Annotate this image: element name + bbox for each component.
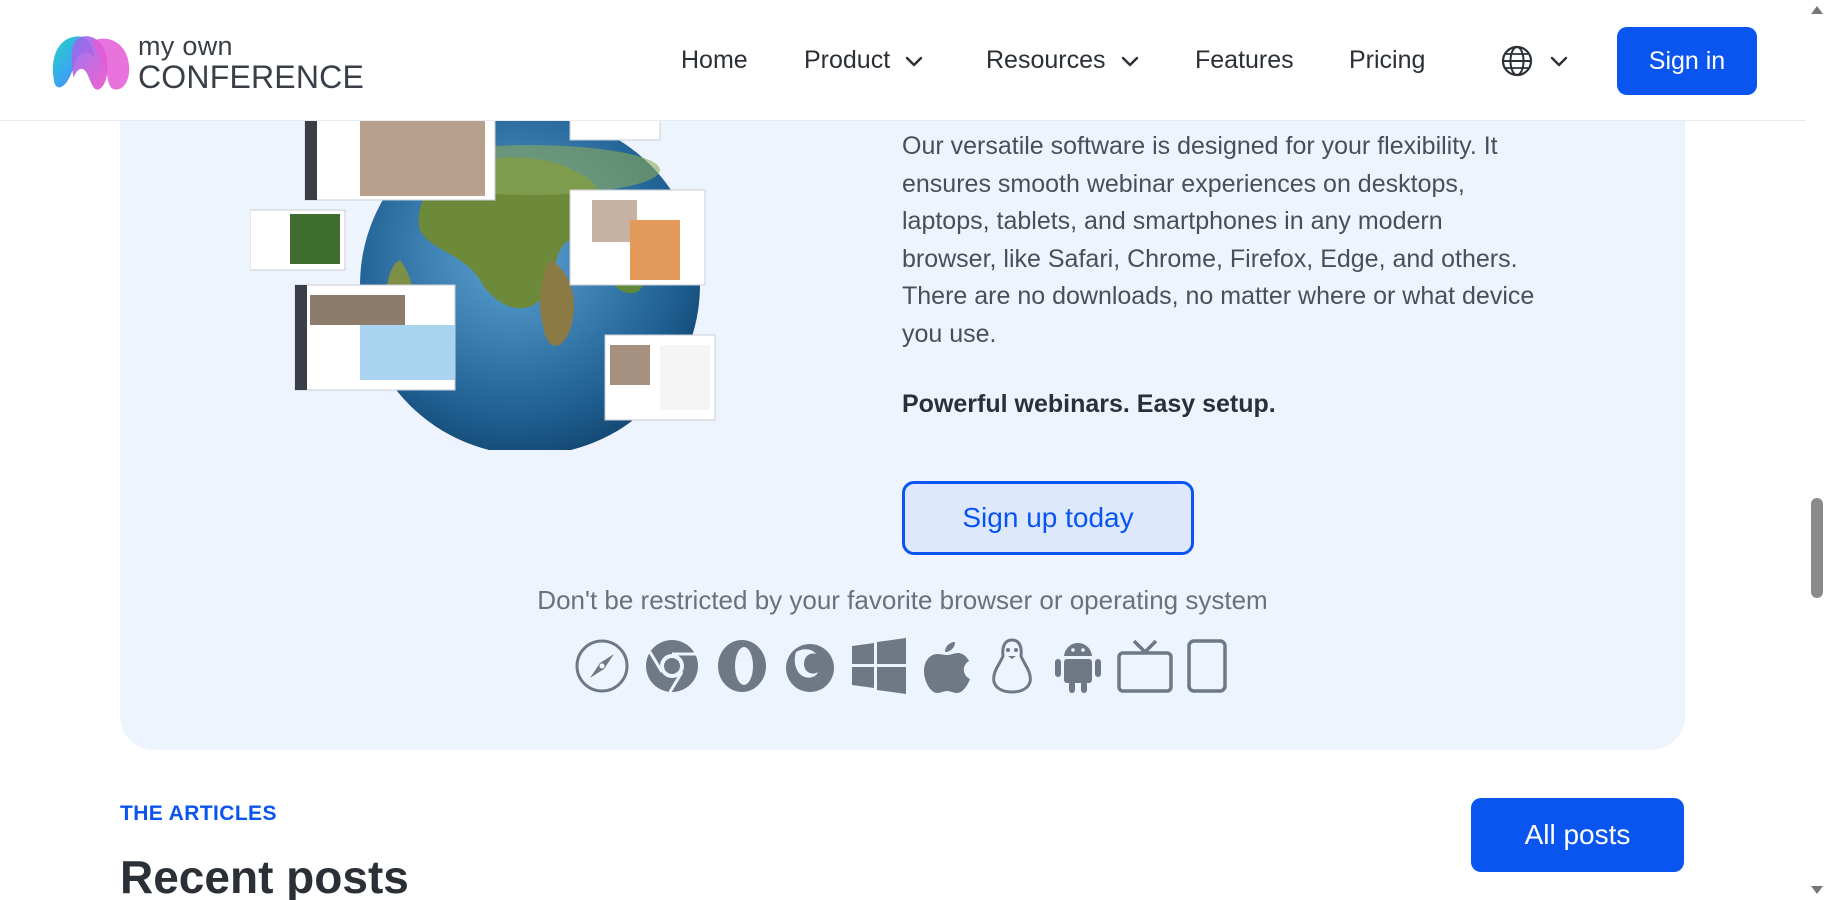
scroll-down-arrow-icon[interactable] xyxy=(1811,886,1823,894)
apple-icon xyxy=(924,642,970,693)
nav-resources-label: Resources xyxy=(986,46,1106,74)
globe-icon[interactable] xyxy=(1500,44,1534,78)
nav-pricing[interactable]: Pricing xyxy=(1349,0,1425,121)
nav-product-label: Product xyxy=(804,46,891,74)
platform-restriction-text: Don't be restricted by your favorite bro… xyxy=(537,585,1268,615)
nav-resources[interactable]: Resources xyxy=(986,0,1140,121)
nav-features[interactable]: Features xyxy=(1195,0,1294,121)
scrollbar-thumb[interactable] xyxy=(1811,498,1823,598)
window-video-grid xyxy=(304,110,496,201)
chevron-down-icon xyxy=(905,56,923,66)
safari-icon xyxy=(575,639,629,693)
windows-icon xyxy=(852,638,906,694)
chevron-down-icon xyxy=(1121,56,1138,66)
logo-line1: my own xyxy=(138,31,233,61)
logo-mark-icon xyxy=(52,36,130,90)
logo-line2: CONFERENCE xyxy=(138,59,365,95)
logo[interactable]: my own CONFERENCE xyxy=(48,27,368,99)
hero-tagline: Powerful webinars. Easy setup. xyxy=(902,390,1276,418)
scroll-up-arrow-icon[interactable] xyxy=(1811,6,1823,14)
linux-icon xyxy=(992,638,1032,694)
firefox-icon xyxy=(786,644,834,692)
sign-up-today-button[interactable]: Sign up today xyxy=(902,481,1194,555)
page-scrollbar[interactable] xyxy=(1806,0,1827,900)
recent-posts-title: Recent posts xyxy=(120,851,409,900)
tablet-icon xyxy=(1187,639,1227,693)
articles-eyebrow: THE ARTICLES xyxy=(120,802,277,825)
hero-description: Our versatile software is designed for y… xyxy=(902,132,1535,348)
chrome-icon xyxy=(646,640,698,693)
android-icon xyxy=(1055,643,1101,693)
tv-icon xyxy=(1117,639,1173,693)
opera-icon xyxy=(718,640,766,692)
all-posts-button[interactable]: All posts xyxy=(1471,798,1684,872)
nav-home[interactable]: Home xyxy=(681,0,748,121)
nav-pricing-label: Pricing xyxy=(1349,46,1426,74)
language-chevron-down-icon[interactable] xyxy=(1549,51,1569,71)
globe-devices-illustration xyxy=(250,110,716,450)
sign-in-button[interactable]: Sign in xyxy=(1617,27,1757,95)
nav-product[interactable]: Product xyxy=(804,0,924,121)
nav-home-label: Home xyxy=(681,46,748,74)
site-header: my own CONFERENCE Home Product Resources… xyxy=(0,0,1806,121)
nav-features-label: Features xyxy=(1195,46,1294,74)
